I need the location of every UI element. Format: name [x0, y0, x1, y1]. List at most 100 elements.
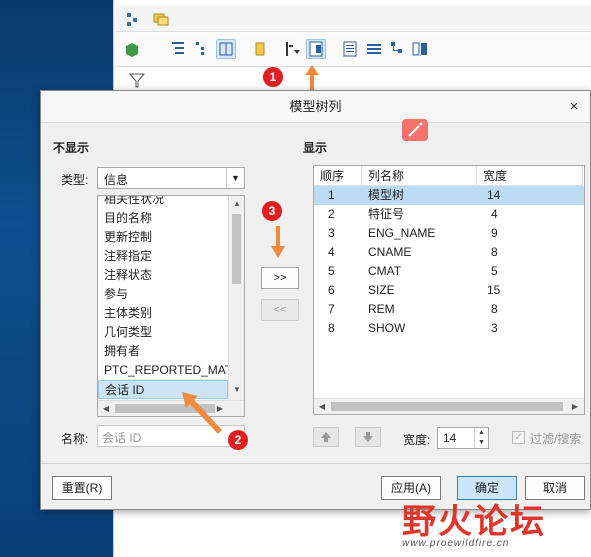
arrow-up-icon: [305, 65, 319, 91]
list-item[interactable]: PTC_REPORTED_MATE: [98, 361, 228, 380]
cell-width: 9: [491, 226, 498, 240]
vertical-scrollbar[interactable]: ▲ ▼: [228, 196, 244, 402]
cell-order: 1: [328, 188, 335, 202]
magic-wand-icon: [402, 119, 428, 141]
horizontal-scrollbar[interactable]: ◀ ▶: [314, 398, 584, 414]
settings-icon[interactable]: [250, 39, 270, 59]
displayed-columns-table[interactable]: 顺序 列名称 宽度 1 模型树 14 2 特征号 4 3 ENG_NAME 9 …: [313, 165, 585, 415]
filter-search-checkbox[interactable]: ✓: [512, 431, 525, 444]
cell-width: 5: [491, 264, 498, 278]
remove-column-button[interactable]: <<: [261, 299, 299, 321]
filter-search-label: 过滤/搜索: [530, 432, 582, 446]
reset-button[interactable]: 重置(R): [52, 476, 112, 500]
cell-order: 4: [328, 245, 335, 259]
model-tree-columns-dialog: 模型树列 × 不显示 显示 类型: 信息 ▼ 相关性状况 目的名称 更新控制 注…: [40, 90, 591, 510]
annotation-badge-1: 1: [263, 67, 283, 87]
arrow-up-left-icon: [182, 392, 222, 434]
table-row[interactable]: 1 模型树 14: [314, 186, 584, 205]
list-item[interactable]: 相关性状况: [98, 196, 228, 209]
layer-tree-tab-icon[interactable]: [152, 10, 170, 28]
table-row[interactable]: 3 ENG_NAME 9: [314, 224, 584, 243]
type-label: 类型:: [61, 173, 89, 187]
cell-width: 8: [491, 245, 498, 259]
shown-section-title: 显示: [303, 141, 328, 155]
table-row[interactable]: 8 SHOW 3: [314, 319, 584, 338]
add-column-button[interactable]: >>: [261, 267, 299, 289]
table-row[interactable]: 2 特征号 4: [314, 205, 584, 224]
type-select[interactable]: 信息 ▼: [97, 167, 245, 189]
navigator-tabbar: [116, 6, 591, 32]
funnel-icon[interactable]: [128, 71, 146, 92]
type-select-value: 信息: [104, 173, 129, 187]
scroll-left-icon[interactable]: ◀: [98, 401, 114, 416]
tree-columns-button-icon[interactable]: [306, 39, 326, 59]
hidden-section-title: 不显示: [53, 141, 90, 155]
cell-order: 3: [328, 226, 335, 240]
structure-icon[interactable]: [410, 39, 430, 59]
table-row[interactable]: 4 CNAME 8: [314, 243, 584, 262]
table-row[interactable]: 7 REM 8: [314, 300, 584, 319]
cell-order: 5: [328, 264, 335, 278]
spin-up-icon[interactable]: ▲: [474, 428, 488, 438]
navigator-toolbar: [116, 34, 591, 64]
scroll-thumb[interactable]: [232, 214, 241, 284]
cell-name: SIZE: [368, 283, 395, 297]
close-button[interactable]: ×: [566, 91, 582, 123]
hierarchy-icon[interactable]: [388, 39, 408, 59]
cell-order: 2: [328, 207, 335, 221]
tree-expand-icon[interactable]: [168, 39, 188, 59]
available-columns-list[interactable]: 相关性状况 目的名称 更新控制 注释指定 注释状态 参与 主体类别 几何类型 拥…: [97, 195, 245, 417]
move-down-button[interactable]: [355, 427, 381, 447]
tree-collapse-icon[interactable]: [192, 39, 212, 59]
cell-name: CMAT: [368, 264, 402, 278]
width-label: 宽度:: [403, 433, 431, 447]
tree-columns-icon[interactable]: [216, 39, 236, 59]
scroll-right-icon[interactable]: ▶: [567, 399, 583, 414]
name-label: 名称:: [61, 432, 89, 446]
table-row[interactable]: 6 SIZE 15: [314, 281, 584, 300]
cell-width: 4: [491, 207, 498, 221]
annotation-badge-3: 3: [262, 201, 282, 221]
list-icon[interactable]: [340, 39, 360, 59]
scroll-down-icon[interactable]: ▼: [229, 382, 244, 398]
scroll-thumb[interactable]: [331, 402, 563, 411]
arrow-down-icon: [271, 226, 285, 258]
width-value: 14: [443, 431, 457, 445]
move-up-button[interactable]: [313, 427, 339, 447]
scroll-up-icon[interactable]: ▲: [229, 196, 244, 212]
model-tree-tab-icon[interactable]: [124, 10, 142, 28]
layers-icon[interactable]: [364, 39, 384, 59]
cube-icon[interactable]: [122, 39, 142, 59]
scroll-left-icon[interactable]: ◀: [314, 399, 330, 414]
cell-name: SHOW: [368, 321, 406, 335]
cell-order: 7: [328, 302, 335, 316]
list-item[interactable]: 几何类型: [98, 323, 228, 342]
list-item[interactable]: 目的名称: [98, 209, 228, 228]
cell-width: 3: [491, 321, 498, 335]
dialog-title: 模型树列: [41, 91, 590, 123]
cell-order: 8: [328, 321, 335, 335]
list-item[interactable]: 参与: [98, 285, 228, 304]
list-item[interactable]: 注释状态: [98, 266, 228, 285]
header-order: 顺序: [314, 166, 362, 186]
width-stepper[interactable]: 14 ▲ ▼: [437, 427, 489, 449]
table-row[interactable]: 5 CMAT 5: [314, 262, 584, 281]
spin-down-icon[interactable]: ▼: [474, 438, 488, 448]
cell-name: CNAME: [368, 245, 412, 259]
watermark: 野火论坛 www.proewildfire.cn: [402, 494, 591, 557]
list-item[interactable]: 注释指定: [98, 247, 228, 266]
cell-width: 8: [491, 302, 498, 316]
list-item[interactable]: 拥有者: [98, 342, 228, 361]
tree-filter-icon[interactable]: [282, 39, 302, 59]
cell-width: 15: [487, 283, 501, 297]
list-item[interactable]: 更新控制: [98, 228, 228, 247]
watermark-title: 野火论坛: [402, 502, 546, 542]
chevron-down-icon[interactable]: ▼: [226, 168, 244, 188]
filter-row: [116, 66, 591, 92]
cell-name: ENG_NAME: [368, 226, 436, 240]
cell-order: 6: [328, 283, 335, 297]
list-item[interactable]: 主体类别: [98, 304, 228, 323]
annotation-badge-2: 2: [228, 430, 248, 450]
cell-name: REM: [368, 302, 395, 316]
header-column-name: 列名称: [362, 166, 477, 186]
